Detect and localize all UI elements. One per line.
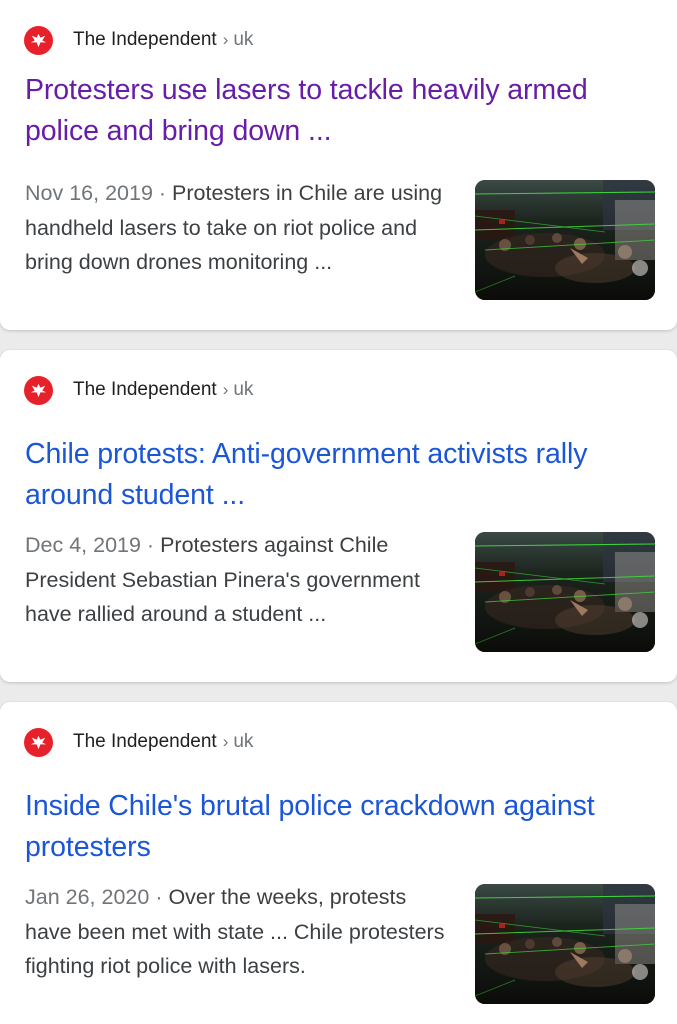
result-date: Nov 16, 2019 [25, 181, 153, 205]
result-date: Jan 26, 2020 [25, 885, 150, 909]
breadcrumb-separator: › [222, 30, 229, 49]
result-title-link[interactable]: Protesters use lasers to tackle heavily … [25, 70, 665, 152]
independent-eagle-icon [24, 25, 53, 55]
source-name: The Independent [73, 29, 217, 50]
result-source[interactable]: The Independent › uk [24, 375, 253, 405]
protest-lasers-photo [475, 884, 655, 1004]
source-path: uk [233, 379, 254, 400]
search-result-card[interactable]: The Independent › uk Protesters use lase… [0, 0, 677, 330]
result-thumbnail[interactable] [475, 884, 655, 1004]
protest-lasers-photo [475, 532, 655, 652]
date-separator: · [140, 533, 161, 557]
result-snippet: Jan 26, 2020 · Over the weeks, protests … [25, 880, 453, 984]
source-name: The Independent [73, 731, 217, 752]
result-source[interactable]: The Independent › uk [24, 25, 253, 55]
breadcrumb-separator: › [222, 380, 229, 399]
search-results: The Independent › uk Protesters use lase… [0, 0, 677, 1024]
protest-lasers-photo [475, 180, 655, 300]
source-name: The Independent [73, 379, 217, 400]
search-result-card[interactable]: The Independent › uk Inside Chile's brut… [0, 702, 677, 1024]
result-snippet: Nov 16, 2019 · Protesters in Chile are u… [25, 176, 453, 280]
result-thumbnail[interactable] [475, 532, 655, 652]
result-title-link[interactable]: Chile protests: Anti-government activist… [25, 434, 665, 516]
source-path: uk [233, 29, 254, 50]
search-result-card[interactable]: The Independent › uk Chile protests: Ant… [0, 350, 677, 682]
breadcrumb-separator: › [222, 732, 229, 751]
result-source[interactable]: The Independent › uk [24, 727, 253, 757]
result-date: Dec 4, 2019 [25, 533, 141, 557]
date-separator: · [152, 181, 173, 205]
independent-eagle-icon [24, 375, 53, 405]
result-snippet: Dec 4, 2019 · Protesters against Chile P… [25, 528, 453, 632]
result-thumbnail[interactable] [475, 180, 655, 300]
result-title-link[interactable]: Inside Chile's brutal police crackdown a… [25, 786, 665, 868]
independent-eagle-icon [24, 727, 53, 757]
source-path: uk [233, 731, 254, 752]
date-separator: · [149, 885, 169, 909]
